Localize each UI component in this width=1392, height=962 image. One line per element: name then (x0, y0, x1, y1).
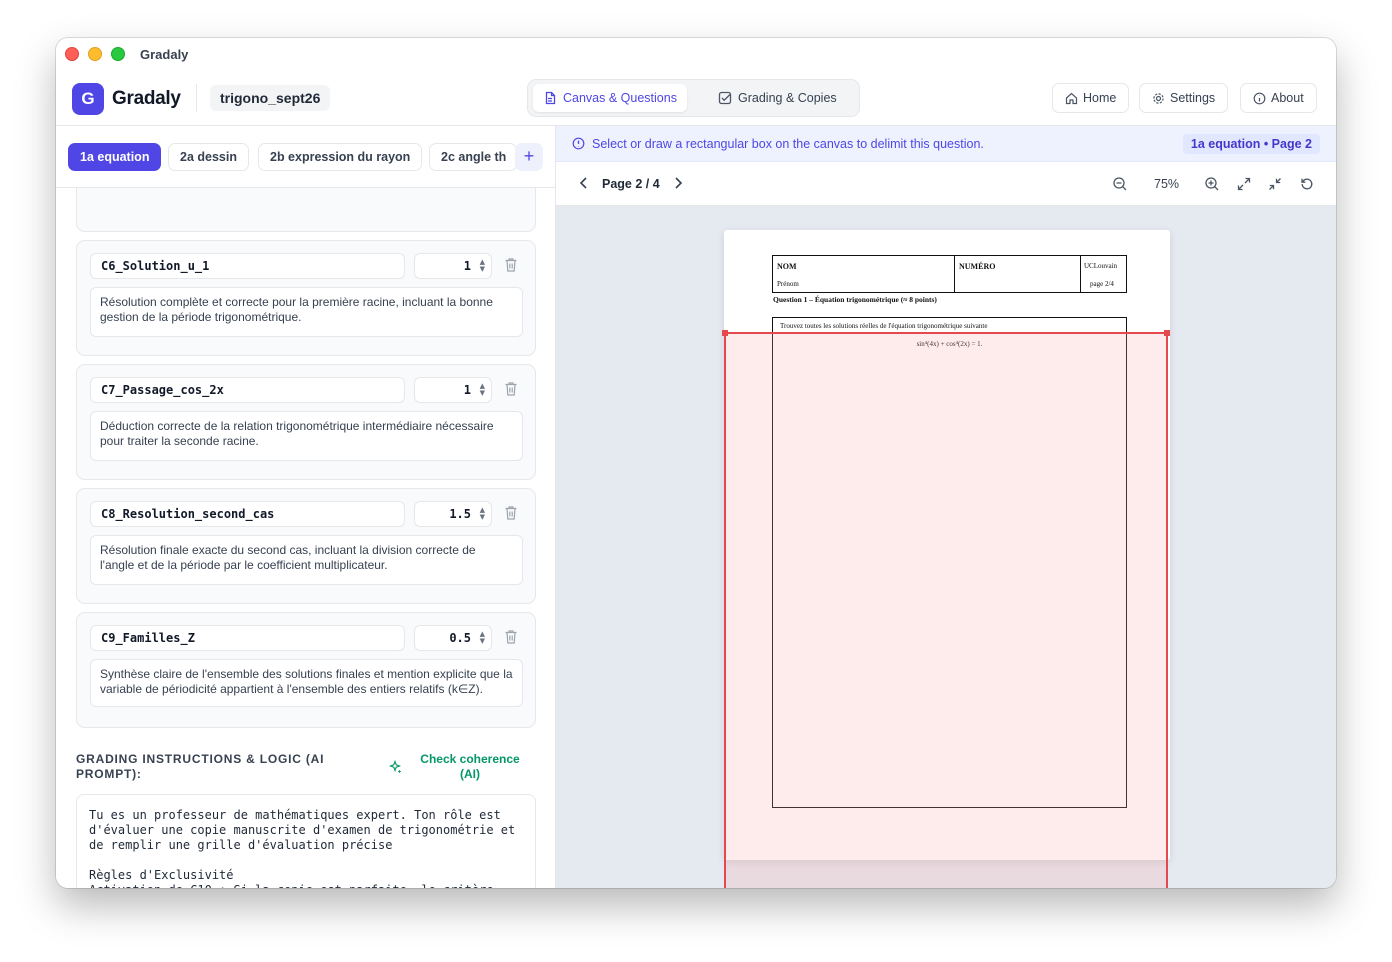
canvas-toolbar: Page 2 / 4 75% (556, 162, 1336, 206)
numero-label: NUMÉRO (959, 262, 996, 271)
criterion-points-stepper[interactable]: 1 ▲ ▼ (414, 377, 492, 403)
app-header: G Gradaly trigono_sept26 Canvas & Questi… (56, 70, 1336, 126)
points-value: 1 (463, 259, 471, 273)
criterion-name-input[interactable]: C9_Familles_Z (90, 625, 405, 651)
nom-cell: NOM Prénom (773, 256, 955, 292)
criterion-points-stepper[interactable]: 1 ▲ ▼ (414, 253, 492, 279)
instruction-text: Select or draw a rectangular box on the … (592, 137, 984, 151)
question-tabs: 1a equation 2a dessin 2b expression du r… (56, 126, 555, 188)
sparkle-icon (388, 760, 402, 773)
stepper-arrows-icon[interactable]: ▲ ▼ (480, 507, 485, 521)
add-question-button[interactable]: + (515, 143, 543, 171)
brand-name: Gradaly (112, 88, 181, 109)
zoom-level: 75% (1154, 177, 1180, 191)
criterion-description[interactable]: Synthèse claire de l'ensemble des soluti… (90, 659, 523, 707)
question-selection-box[interactable] (722, 330, 1170, 888)
gear-icon (1153, 92, 1164, 104)
minimize-window-button[interactable] (88, 47, 102, 61)
trash-icon[interactable] (504, 381, 518, 397)
home-label: Home (1083, 91, 1117, 105)
current-question-badge: 1a equation • Page 2 (1182, 134, 1320, 154)
criterion-points-stepper[interactable]: 1.5 ▲ ▼ (414, 501, 492, 527)
numero-cell: NUMÉRO (955, 256, 1081, 292)
criterion-card: C9_Familles_Z 0.5 ▲ ▼ Synthèse claire de l… (76, 612, 536, 728)
points-value: 0.5 (449, 631, 471, 645)
check-coherence-button[interactable]: Check coherence (AI) (386, 752, 536, 784)
criterion-name-input[interactable]: C6_Solution_u_1 (90, 253, 405, 279)
info-circle-icon (572, 137, 585, 150)
collapse-icon[interactable] (1267, 176, 1283, 192)
chevron-left-icon[interactable] (578, 176, 590, 190)
canvas-panel: Select or draw a rectangular box on the … (556, 126, 1336, 888)
criterion-name-input[interactable]: C8_Resolution_second_cas (90, 501, 405, 527)
questions-panel: 1a equation 2a dessin 2b expression du r… (56, 126, 556, 888)
zoom-in-icon[interactable] (1204, 176, 1220, 192)
stepper-arrows-icon[interactable]: ▲ ▼ (480, 631, 485, 645)
problem-statement: Trouvez toutes les solutions réelles de … (780, 322, 988, 330)
points-value: 1 (463, 383, 471, 397)
home-icon (1065, 92, 1078, 104)
check-coherence-label: Check coherence (AI) (420, 752, 520, 781)
institution-cell: UCLouvain page 2/4 (1081, 256, 1126, 292)
mode-switch: Canvas & Questions Grading & Copies (527, 79, 860, 117)
ai-prompt-textarea[interactable]: Tu es un professeur de mathématiques exp… (76, 794, 536, 888)
chevron-right-icon[interactable] (672, 176, 684, 190)
nom-label: NOM (777, 262, 797, 271)
settings-button[interactable]: Settings (1139, 83, 1229, 113)
title-bar: Gradaly (56, 38, 1336, 70)
student-header-table: NOM Prénom NUMÉRO UCLouvain page 2/4 (772, 255, 1127, 293)
stepper-arrows-icon[interactable]: ▲ ▼ (480, 383, 485, 397)
stepper-arrows-icon[interactable]: ▲ ▼ (480, 259, 485, 273)
project-name: trigono_sept26 (210, 85, 331, 111)
institution-label: UCLouvain (1084, 262, 1118, 270)
instruction-banner: Select or draw a rectangular box on the … (556, 126, 1336, 162)
trash-icon[interactable] (504, 257, 518, 273)
page-number-label: page 2/4 (1090, 280, 1114, 288)
settings-label: Settings (1170, 91, 1216, 105)
mode-grading-label: Grading & Copies (738, 91, 837, 105)
header-divider (196, 84, 197, 112)
page-indicator: Page 2 / 4 (602, 177, 660, 191)
tab-2a-dessin[interactable]: 2a dessin (168, 143, 249, 171)
grading-instructions-title: GRADING INSTRUCTIONS & LOGIC (AI PROMPT)… (76, 752, 325, 781)
info-icon (1253, 92, 1266, 104)
points-value: 1.5 (449, 507, 471, 521)
tab-1a-equation[interactable]: 1a equation (68, 143, 162, 171)
about-label: About (1271, 91, 1304, 105)
trash-icon[interactable] (504, 505, 518, 521)
criterion-card: C8_Resolution_second_cas 1.5 ▲ ▼ Résolutio… (76, 488, 536, 604)
mode-canvas-questions[interactable]: Canvas & Questions (533, 84, 687, 112)
mode-canvas-label: Canvas & Questions (563, 91, 677, 105)
reset-icon[interactable] (1299, 176, 1315, 192)
maximize-window-button[interactable] (111, 47, 125, 61)
tab-2c-angle[interactable]: 2c angle th (429, 143, 517, 171)
criterion-description[interactable]: Résolution complète et correcte pour la … (90, 287, 523, 337)
home-button[interactable]: Home (1052, 83, 1130, 113)
question-title: Question 1 – Équation trigonométrique (≈… (773, 295, 937, 304)
resize-handle-top-right[interactable] (1164, 330, 1170, 336)
criterion-points-stepper[interactable]: 0.5 ▲ ▼ (414, 625, 492, 651)
expand-icon[interactable] (1236, 176, 1252, 192)
checkbox-icon (718, 91, 732, 105)
window-title: Gradaly (140, 47, 189, 62)
criterion-card: C7_Passage_cos_2x 1 ▲ ▼ Déduction correcte… (76, 364, 536, 480)
criterion-description[interactable]: Résolution finale exacte du second cas, … (90, 535, 523, 585)
tab-2b-expression-du-rayon[interactable]: 2b expression du rayon (258, 143, 423, 171)
document-icon (545, 91, 556, 105)
criterion-card: C6_Solution_u_1 1 ▲ ▼ Résolution complète … (76, 240, 536, 356)
about-button[interactable]: About (1240, 83, 1317, 113)
mode-grading-copies[interactable]: Grading & Copies (708, 84, 847, 112)
criterion-description[interactable]: Déduction correcte de la relation trigon… (90, 411, 523, 461)
resize-handle-top-left[interactable] (722, 330, 728, 336)
close-window-button[interactable] (65, 47, 79, 61)
trash-icon[interactable] (504, 629, 518, 645)
prenom-label: Prénom (777, 280, 799, 288)
criterion-name-input[interactable]: C7_Passage_cos_2x (90, 377, 405, 403)
zoom-out-icon[interactable] (1112, 176, 1128, 192)
app-window: Gradaly G Gradaly trigono_sept26 Canvas … (56, 38, 1336, 888)
app-logo: G (72, 83, 104, 115)
